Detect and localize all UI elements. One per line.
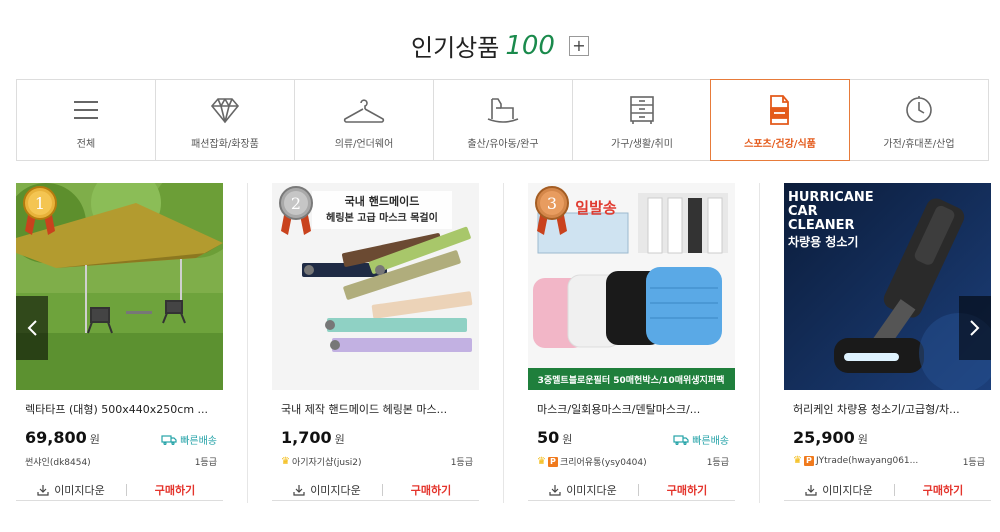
crown-icon: ♛ xyxy=(537,456,546,467)
tab-all[interactable]: 전체 xyxy=(17,80,155,160)
svg-text:HURRICANE: HURRICANE xyxy=(788,190,874,205)
product-actions: 이미지다운 구매하기 xyxy=(528,479,735,501)
tab-label: 가구/생활/취미 xyxy=(611,139,673,150)
seller-grade: 1등급 xyxy=(962,458,985,468)
svg-text:국내 핸드메이드: 국내 핸드메이드 xyxy=(345,194,420,208)
download-icon xyxy=(549,484,561,496)
carousel-next-button[interactable] xyxy=(959,296,991,360)
rank-medal-icon: 2 xyxy=(279,186,313,235)
seller-name[interactable]: ♛ 아기자기샵(jusi2) xyxy=(281,455,362,468)
tab-electronics[interactable]: 가전/휴대폰/산업 xyxy=(849,80,988,160)
seller-grade: 1등급 xyxy=(450,458,473,468)
buy-button[interactable]: 구매하기 xyxy=(639,482,735,498)
image-download-button[interactable]: 이미지다운 xyxy=(784,482,894,498)
svg-text:CAR: CAR xyxy=(788,204,818,219)
product-name[interactable]: 허리케인 차량용 청소기/고급형/차... xyxy=(793,401,985,417)
tab-label: 의류/언더웨어 xyxy=(334,139,394,150)
product-price: 1,700 원 xyxy=(281,428,345,447)
tab-label: 가전/휴대폰/산업 xyxy=(883,139,955,150)
svg-text:헤링본 고급 마스크 목걸이: 헤링본 고급 마스크 목걸이 xyxy=(326,211,438,224)
seller-name[interactable]: ♛ P 크리어유통(ysy0404) xyxy=(537,455,647,468)
product-price: 69,800 원 xyxy=(25,428,100,447)
tab-label: 전체 xyxy=(76,139,96,150)
download-icon xyxy=(293,484,305,496)
product-image[interactable]: 국내 핸드메이드 헤링본 고급 마스크 목걸이 2 xyxy=(272,183,479,390)
tab-fashion[interactable]: 패션잡화/화장품 xyxy=(155,80,294,160)
product-price: 25,900 원 xyxy=(793,428,868,447)
diamond-icon xyxy=(156,94,294,126)
chevron-right-icon xyxy=(970,320,980,336)
seller-grade: 1등급 xyxy=(706,458,729,468)
svg-text:CLEANER: CLEANER xyxy=(788,218,855,233)
product-name[interactable]: 렉타타프 (대형) 500x440x250cm ... xyxy=(25,401,217,417)
tab-label: 출산/유아동/완구 xyxy=(467,139,539,150)
more-button[interactable]: + xyxy=(568,35,589,56)
tab-baby[interactable]: 출산/유아동/완구 xyxy=(433,80,572,160)
seller-name[interactable]: ♛ P JYtrade(hwayang061... xyxy=(793,455,918,466)
category-tabs: 전체 패션잡화/화장품 의류/언더웨어 출산/유아동/완구 가구/생활/취미 스… xyxy=(16,79,989,161)
svg-text:3: 3 xyxy=(547,194,557,213)
tab-label: 스포츠/건강/식품 xyxy=(744,139,816,150)
menu-icon xyxy=(17,94,155,126)
svg-text:일발송: 일발송 xyxy=(575,199,617,217)
tab-furniture[interactable]: 가구/생활/취미 xyxy=(572,80,711,160)
seller-grade: 1등급 xyxy=(194,458,217,468)
image-download-button[interactable]: 이미지다운 xyxy=(272,482,382,498)
section-title: 인기상품 xyxy=(411,34,500,62)
product-name[interactable]: 마스크/일회용마스크/덴탈마스크/... xyxy=(537,401,729,417)
fast-shipping-badge: 빠른배송 xyxy=(161,432,217,447)
section-count: 100 xyxy=(505,30,555,61)
tab-clothing[interactable]: 의류/언더웨어 xyxy=(294,80,433,160)
product-actions: 이미지다운 구매하기 xyxy=(16,479,223,501)
product-name[interactable]: 국내 제작 핸드메이드 헤링본 마스... xyxy=(281,401,473,417)
product-price: 50 원 xyxy=(537,428,573,447)
crown-icon: ♛ xyxy=(793,455,802,466)
svg-text:3중멜트블로운필터 50매헌박스/10매위생지퍼팩: 3중멜트블로운필터 50매헌박스/10매위생지퍼팩 xyxy=(538,374,725,386)
seller-name[interactable]: 썬샤인(dk8454) xyxy=(25,455,91,468)
tab-label: 패션잡화/화장품 xyxy=(191,139,259,150)
truck-icon xyxy=(673,434,689,445)
truck-icon xyxy=(161,434,177,445)
svg-text:차량용 청소기: 차량용 청소기 xyxy=(788,234,858,249)
product-card[interactable]: 국내 핸드메이드 헤링본 고급 마스크 목걸이 2 국내 제작 핸드메이드 헤링… xyxy=(272,183,479,503)
rocking-horse-icon xyxy=(434,94,572,126)
power-seller-badge: P xyxy=(547,456,558,467)
power-seller-badge: P xyxy=(803,455,814,466)
product-card[interactable]: 일발송 3중멜트블로운필터 50매헌박스/10매위생지퍼팩 3 마스크/일회용마… xyxy=(528,183,735,503)
crown-icon: ♛ xyxy=(281,456,290,467)
clock-icon xyxy=(850,94,988,126)
card-divider xyxy=(759,183,760,503)
image-download-button[interactable]: 이미지다운 xyxy=(528,482,638,498)
buy-button[interactable]: 구매하기 xyxy=(383,482,479,498)
food-box-icon xyxy=(711,94,849,126)
product-carousel: 1 렉타타프 (대형) 500x440x250cm ... 69,800 원 빠른… xyxy=(16,183,991,503)
fast-shipping-badge: 빠른배송 xyxy=(673,432,729,447)
download-icon xyxy=(37,484,49,496)
chevron-left-icon xyxy=(27,320,37,336)
cabinet-icon xyxy=(573,94,711,126)
carousel-prev-button[interactable] xyxy=(16,296,48,360)
hanger-icon xyxy=(295,94,433,126)
svg-text:2: 2 xyxy=(291,194,301,213)
buy-button[interactable]: 구매하기 xyxy=(895,482,991,498)
card-divider xyxy=(503,183,504,503)
product-actions: 이미지다운 구매하기 xyxy=(272,479,479,501)
card-divider xyxy=(247,183,248,503)
rank-medal-icon: 3 xyxy=(535,186,569,235)
product-actions: 이미지다운 구매하기 xyxy=(784,479,991,501)
tab-sports-health-food[interactable]: 스포츠/건강/식품 xyxy=(710,79,850,161)
download-icon xyxy=(805,484,817,496)
rank-medal-icon: 1 xyxy=(23,186,57,235)
buy-button[interactable]: 구매하기 xyxy=(127,482,223,498)
section-heading: 인기상품 100 + xyxy=(0,28,1000,62)
image-download-button[interactable]: 이미지다운 xyxy=(16,482,126,498)
svg-text:1: 1 xyxy=(35,194,45,213)
product-image[interactable]: 일발송 3중멜트블로운필터 50매헌박스/10매위생지퍼팩 3 xyxy=(528,183,735,390)
